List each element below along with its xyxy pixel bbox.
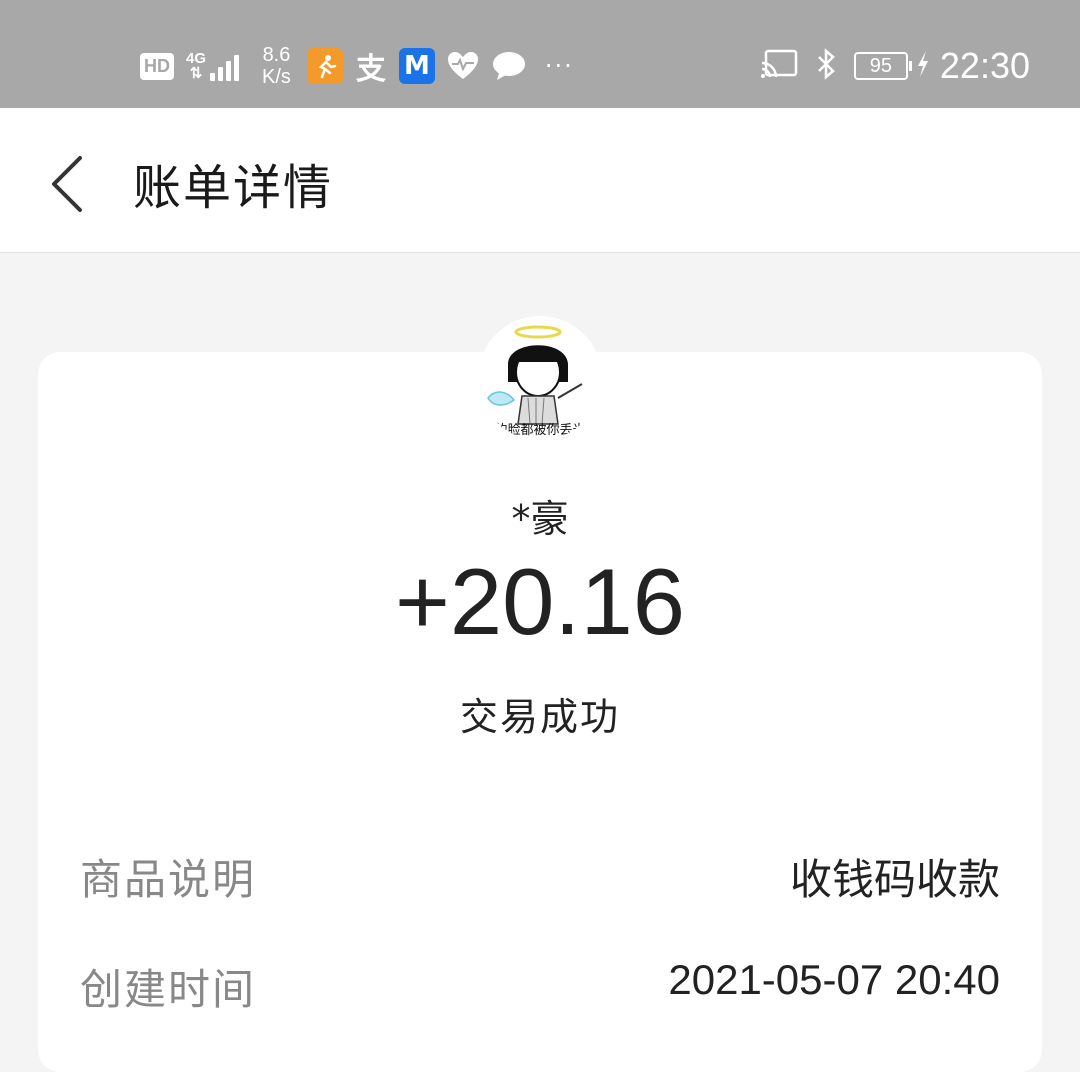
network-speed-unit: K/s — [262, 66, 291, 88]
detail-label: 创建时间 — [80, 965, 257, 1014]
transaction-status: 交易成功 — [459, 695, 620, 739]
avatar[interactable]: 的脸都被你丢光 — [478, 316, 602, 440]
meituan-icon: M — [398, 48, 435, 84]
network-speed: 8.6 K/s — [262, 44, 291, 88]
health-icon — [445, 48, 481, 84]
status-bar: HD 4G ⇅ 8.6 K/s 支 M ··· 95 22:30 — [0, 0, 1080, 108]
chevron-left-icon — [52, 156, 82, 212]
status-bar-left: HD 4G ⇅ 8.6 K/s 支 M ··· — [140, 36, 574, 96]
charging-icon — [916, 50, 930, 82]
back-button[interactable] — [46, 152, 86, 216]
angel-avatar-image: 的脸都被你丢光 — [478, 316, 602, 440]
status-bar-right: 95 22:30 — [760, 36, 1030, 96]
detail-row-created-time: 创建时间 2021-05-07 20:40 — [80, 956, 1000, 1016]
signal-strength-icon — [210, 51, 242, 81]
battery-level: 95 — [853, 52, 912, 80]
cast-icon — [760, 49, 798, 83]
detail-value: 2021-05-07 20:40 — [668, 956, 1000, 1003]
detail-label: 商品说明 — [80, 855, 257, 904]
bluetooth-icon — [816, 48, 838, 84]
hd-badge: HD — [140, 52, 174, 80]
network-type: 4G ⇅ — [186, 50, 207, 82]
detail-value: 收钱码收款 — [789, 855, 1000, 904]
page-title: 账单详情 — [133, 160, 334, 216]
more-notifications-icon: ··· — [544, 52, 574, 80]
clock: 22:30 — [939, 45, 1030, 86]
payer-name: *豪 — [511, 497, 569, 541]
chat-icon — [491, 48, 527, 84]
network-speed-value: 8.6 — [262, 44, 291, 66]
transaction-amount: +20.16 — [394, 549, 686, 654]
running-app-icon — [306, 48, 343, 84]
network-type-label: 4G — [186, 50, 207, 67]
alipay-icon: 支 — [355, 52, 386, 87]
detail-row-description: 商品说明 收钱码收款 — [80, 846, 1000, 906]
nav-bar: 账单详情 — [0, 108, 1080, 253]
